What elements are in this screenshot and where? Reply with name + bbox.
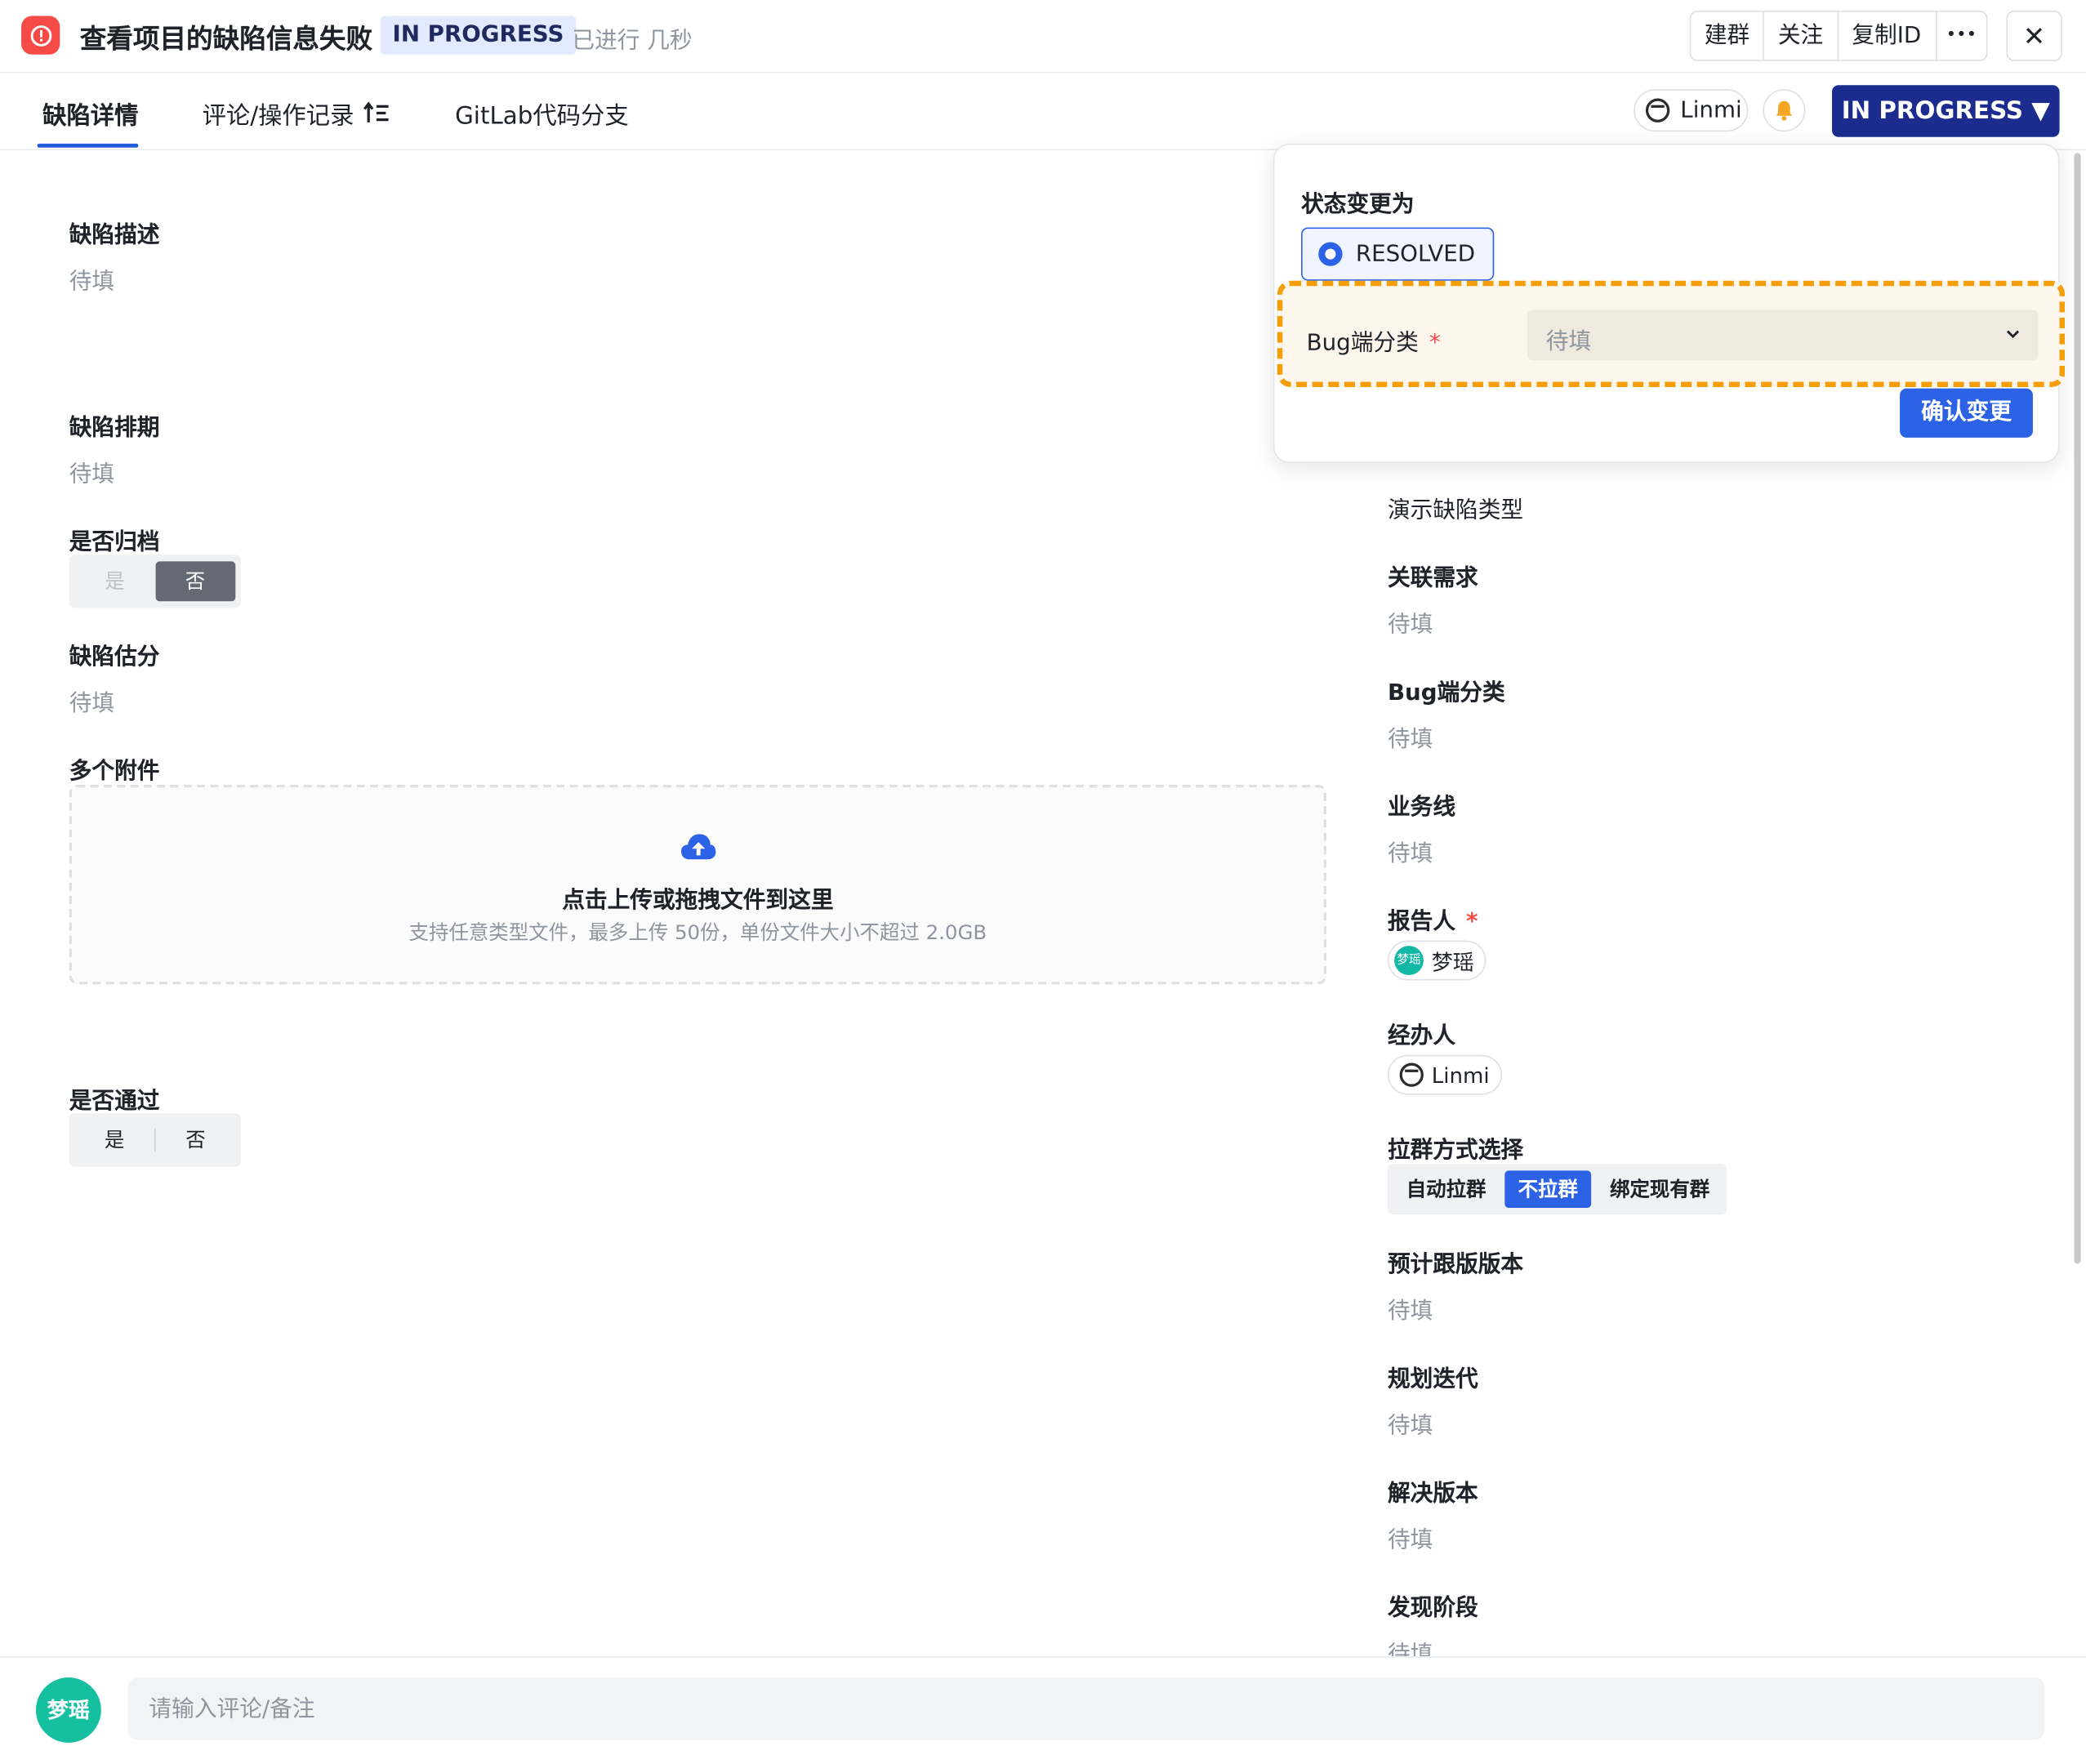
group-mode-none[interactable]: 不拉群 [1504,1170,1592,1209]
issue-title: 查看项目的缺陷信息失败 [79,22,373,55]
bug-side-select[interactable]: 待填 [1527,310,2039,361]
tab-comments-log[interactable]: 评论/操作记录 [203,97,354,131]
planned-version-label: 预计跟版版本 [1387,1251,1524,1279]
defect-type-value[interactable]: 演示缺陷类型 [1388,491,1523,524]
reporter-name: 梦瑶 [1431,950,1474,975]
required-mark: * [1466,908,1478,936]
assignee-label: 经办人 [1387,1022,1456,1050]
status-tag: IN PROGRESS [380,16,577,55]
tab-gitlab-branch[interactable]: GitLab代码分支 [455,97,629,131]
chevron-down-icon [2006,330,2020,339]
required-field-highlight: Bug端分类 * 待填 [1277,280,2066,388]
reporter-label: 报告人 * [1387,902,1478,936]
planned-iteration-label: 规划迭代 [1387,1365,1478,1393]
defect-description-value[interactable]: 待填 [69,262,114,296]
resolved-radio-option[interactable]: RESOLVED [1301,227,1495,281]
bug-side-value[interactable]: 待填 [1388,719,1433,753]
required-mark: * [1429,329,1441,357]
bug-side-field-label-text: Bug端分类 [1306,329,1419,357]
reporter-label-text: 报告人 [1387,908,1456,936]
comment-bar: 梦瑶 [0,1655,2086,1762]
radio-selected-icon [1318,242,1343,266]
archived-label: 是否归档 [69,529,160,556]
group-mode-selector: 自动拉群 不拉群 绑定现有群 [1387,1164,1727,1215]
bell-icon[interactable] [1763,89,1806,132]
related-requirement-value[interactable]: 待填 [1388,605,1433,639]
passed-no-option[interactable]: 否 [156,1120,236,1160]
tab-defect-details[interactable]: 缺陷详情 [42,97,138,131]
group-mode-auto[interactable]: 自动拉群 [1393,1170,1499,1208]
attachments-label: 多个附件 [69,758,160,786]
business-line-value[interactable]: 待填 [1388,834,1433,867]
bug-side-label: Bug端分类 [1387,679,1505,706]
resolve-version-label: 解决版本 [1387,1480,1478,1508]
assignee-avatar-icon [1399,1062,1424,1087]
upload-instruction: 点击上传或拖拽文件到这里 [562,887,834,915]
resolved-option-label: RESOLVED [1355,240,1476,268]
defect-description-label: 缺陷描述 [69,222,160,249]
assignee-name: Linmi [1431,1062,1490,1088]
commenter-avatar: 梦瑶 [35,1677,101,1743]
sort-icon[interactable] [363,101,390,125]
confirm-change-button[interactable]: 确认变更 [1900,388,2033,438]
defect-estimate-value[interactable]: 待填 [69,684,114,717]
related-requirement-label: 关联需求 [1387,565,1478,592]
bug-side-field-label: Bug端分类 * [1307,323,1441,357]
archived-no-option[interactable]: 否 [154,561,236,602]
planned-version-value[interactable]: 待填 [1388,1292,1433,1325]
current-user-name: Linmi [1680,96,1742,124]
found-stage-label: 发现阶段 [1387,1595,1478,1622]
cloud-upload-icon [680,834,716,860]
reporter-avatar: 梦瑶 [1394,946,1424,975]
planned-iteration-value[interactable]: 待填 [1388,1406,1433,1440]
header-action-group: 建群 关注 复制ID ••• [1689,11,1988,61]
passed-toggle: 是 否 [69,1113,241,1167]
comment-input[interactable] [127,1677,2045,1740]
defect-schedule-value[interactable]: 待填 [69,455,114,488]
bug-side-select-placeholder: 待填 [1545,328,1592,355]
close-icon[interactable]: ✕ [2006,11,2062,61]
more-icon[interactable]: ••• [1937,12,1986,60]
assignee-chip[interactable]: Linmi [1387,1054,1502,1095]
issue-detail-page: 查看项目的缺陷信息失败 IN PROGRESS 已进行 几秒 建群 关注 复制I… [0,0,2086,1762]
scrollbar[interactable] [2074,153,2081,1264]
active-tab-indicator [37,143,139,148]
copy-id-button[interactable]: 复制ID [1838,11,1937,60]
passed-label: 是否通过 [69,1088,160,1116]
defect-estimate-label: 缺陷估分 [69,644,160,670]
group-mode-bind-existing[interactable]: 绑定现有群 [1597,1170,1723,1208]
user-avatar-icon [1645,98,1670,122]
top-bar: 查看项目的缺陷信息失败 IN PROGRESS 已进行 几秒 建群 关注 复制I… [0,0,2086,74]
follow-button[interactable]: 关注 [1764,11,1839,60]
archived-yes-option[interactable]: 是 [74,561,155,601]
status-change-popover: 状态变更为 RESOLVED Bug端分类 * 待填 确认变更 [1273,143,2066,463]
elapsed-time: 已进行 几秒 [572,28,693,55]
group-mode-label: 拉群方式选择 [1387,1137,1524,1165]
current-user-chip[interactable]: Linmi [1634,89,1749,132]
create-group-button[interactable]: 建群 [1691,11,1765,60]
resolve-version-value[interactable]: 待填 [1388,1521,1433,1554]
upload-hint: 支持任意类型文件，最多上传 50份，单份文件大小不超过 2.0GB [408,920,987,945]
reporter-chip[interactable]: 梦瑶 梦瑶 [1387,940,1486,981]
business-line-label: 业务线 [1387,794,1456,822]
status-dropdown-button[interactable]: IN PROGRESS ▼ [1831,85,2060,137]
archived-toggle: 是 否 [69,555,241,608]
defect-schedule-label: 缺陷排期 [69,415,160,442]
passed-yes-option[interactable]: 是 [74,1120,154,1160]
upload-dropzone[interactable]: 点击上传或拖拽文件到这里 支持任意类型文件，最多上传 50份，单份文件大小不超过… [69,785,1327,985]
popover-title: 状态变更为 [1301,191,1415,219]
bug-icon [21,16,60,55]
